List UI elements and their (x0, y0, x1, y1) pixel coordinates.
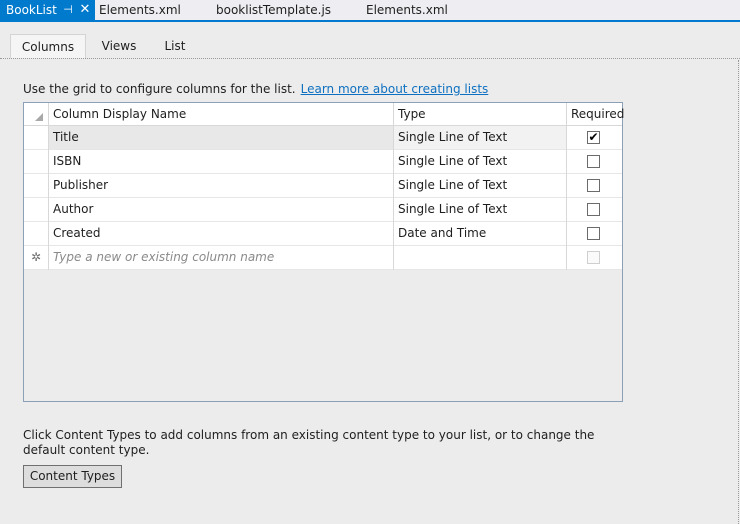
tab-label: Views (101, 39, 137, 53)
tab-label: List (164, 39, 186, 53)
pin-icon[interactable]: ⊣ (62, 0, 74, 20)
tab-views[interactable]: Views (94, 34, 144, 58)
column-type-cell[interactable]: Single Line of Text (393, 174, 566, 197)
doc-tab-label: Elements.xml (99, 3, 181, 17)
required-checkbox[interactable]: ✔ (587, 131, 600, 144)
list-designer: Columns Views List Use the grid to confi… (0, 24, 740, 524)
row-header[interactable] (24, 126, 48, 149)
table-row[interactable]: ISBN Single Line of Text (24, 150, 622, 174)
required-checkbox[interactable] (587, 155, 600, 168)
intro-description: Use the grid to configure columns for th… (23, 82, 296, 96)
column-type-cell[interactable]: Date and Time (393, 222, 566, 245)
required-cell: ✔ (566, 126, 622, 149)
row-header: ✲ (24, 246, 48, 269)
intro-text: Use the grid to configure columns for th… (23, 81, 488, 97)
row-header[interactable] (24, 150, 48, 173)
new-column-type-cell[interactable] (393, 246, 566, 269)
new-row-icon: ✲ (30, 250, 42, 264)
grid-column-divider (48, 103, 49, 270)
close-icon[interactable]: ✕ (79, 0, 91, 20)
column-header-type[interactable]: Type (393, 103, 566, 126)
tab-label: Columns (21, 40, 75, 54)
column-name-cell[interactable]: Title (48, 126, 393, 149)
document-tab-bar: BookList ⊣ ✕ Elements.xml booklistTempla… (0, 0, 740, 22)
column-name-cell[interactable]: Author (48, 198, 393, 221)
column-name-cell[interactable]: Created (48, 222, 393, 245)
content-types-description: Click Content Types to add columns from … (23, 428, 595, 457)
designer-view-tabs: Columns Views List (0, 24, 740, 59)
new-row[interactable]: ✲ Type a new or existing column name (24, 246, 622, 270)
table-row[interactable]: Title Single Line of Text ✔ (24, 126, 622, 150)
doc-tab-booklist-template-js[interactable]: booklistTemplate.js (216, 0, 331, 20)
column-type-cell[interactable]: Single Line of Text (393, 150, 566, 173)
columns-grid: Column Display Name Type Required Title … (23, 102, 624, 402)
doc-tab-elements-xml-2[interactable]: Elements.xml (366, 0, 448, 20)
column-type-cell[interactable]: Single Line of Text (393, 198, 566, 221)
column-name-cell[interactable]: Publisher (48, 174, 393, 197)
required-checkbox (587, 251, 600, 264)
doc-tab-label: BookList (6, 3, 57, 17)
row-header[interactable] (24, 222, 48, 245)
grid-column-divider (393, 103, 394, 270)
row-header[interactable] (24, 198, 48, 221)
designer-border (738, 60, 739, 524)
required-checkbox[interactable] (587, 179, 600, 192)
required-cell (566, 174, 622, 197)
doc-tab-label: Elements.xml (366, 3, 448, 17)
new-column-name-input[interactable]: Type a new or existing column name (48, 246, 393, 269)
required-cell (566, 222, 622, 245)
column-name-cell[interactable]: ISBN (48, 150, 393, 173)
content-types-button[interactable]: Content Types (23, 465, 122, 488)
table-row[interactable]: Publisher Single Line of Text (24, 174, 622, 198)
table-row[interactable]: Created Date and Time (24, 222, 622, 246)
grid-header: Column Display Name Type Required (24, 103, 624, 126)
column-header-required[interactable]: Required (566, 103, 624, 126)
column-header-name[interactable]: Column Display Name (48, 103, 393, 126)
column-type-cell[interactable]: Single Line of Text (393, 126, 566, 149)
doc-tab-elements-xml-1[interactable]: Elements.xml (99, 0, 181, 20)
required-checkbox[interactable] (587, 227, 600, 240)
tab-columns[interactable]: Columns (10, 34, 86, 58)
required-cell (566, 246, 622, 269)
required-cell (566, 150, 622, 173)
required-checkbox[interactable] (587, 203, 600, 216)
learn-more-link[interactable]: Learn more about creating lists (301, 82, 489, 96)
required-cell (566, 198, 622, 221)
doc-tab-booklist[interactable]: BookList ⊣ ✕ (0, 0, 95, 20)
row-header[interactable] (24, 174, 48, 197)
grid-column-divider (566, 103, 567, 270)
table-row[interactable]: Author Single Line of Text (24, 198, 622, 222)
doc-tab-label: booklistTemplate.js (216, 3, 332, 17)
tab-list[interactable]: List (155, 34, 195, 58)
select-all-corner-icon[interactable] (35, 113, 43, 121)
